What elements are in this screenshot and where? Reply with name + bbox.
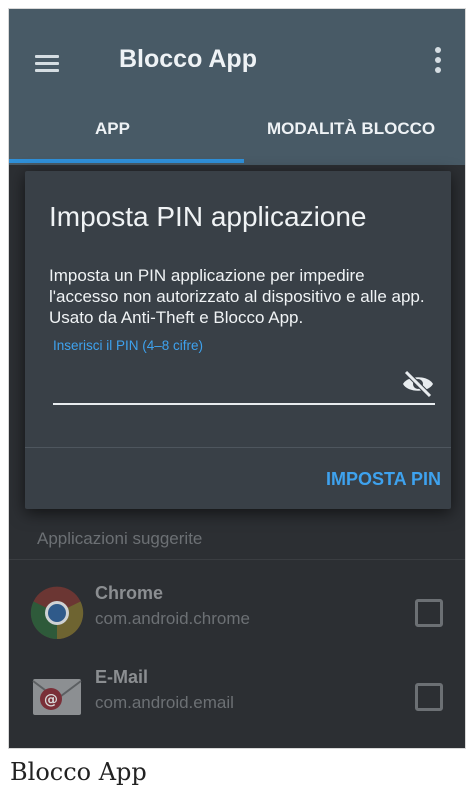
set-pin-button[interactable]: IMPOSTA PIN [326,469,441,490]
app-package: com.android.chrome [95,609,250,628]
dialog-divider [25,447,451,448]
section-title: Applicazioni suggerite [37,529,203,548]
visibility-off-icon[interactable] [401,369,435,399]
list-item-email[interactable]: @ E-Mail com.android.email [9,661,465,745]
dialog-title: Imposta PIN applicazione [49,201,367,232]
list-divider [9,559,465,560]
app-bar: Blocco App APP MODALITÀ BLOCCO [9,9,465,165]
list-item-chrome[interactable]: Chrome com.android.chrome [9,577,465,661]
chrome-icon [29,585,85,641]
caption: Blocco App [10,758,147,786]
app-package: com.android.email [95,693,234,712]
set-pin-dialog: Imposta PIN applicazione Imposta un PIN … [25,171,451,509]
checkbox[interactable] [415,683,443,711]
email-icon: @ [29,669,85,725]
tab-app[interactable]: APP [95,119,130,139]
app-title: Blocco App [119,45,257,73]
app-name: Chrome [95,583,164,603]
tab-modalita-blocco[interactable]: MODALITÀ BLOCCO [267,119,435,139]
pin-input[interactable] [53,367,393,401]
hamburger-menu-icon[interactable] [35,55,59,73]
more-options-icon[interactable] [435,47,441,73]
dialog-message: Imposta un PIN applicazione per impedire… [49,266,425,327]
app-window: Blocco App APP MODALITÀ BLOCCO Applicazi… [8,8,466,749]
svg-text:@: @ [44,692,58,708]
app-name: E-Mail [95,667,149,687]
pin-input-underline [53,403,435,405]
tab-indicator [9,159,244,163]
pin-hint-label: Inserisci il PIN (4–8 cifre) [53,338,204,353]
checkbox[interactable] [415,599,443,627]
